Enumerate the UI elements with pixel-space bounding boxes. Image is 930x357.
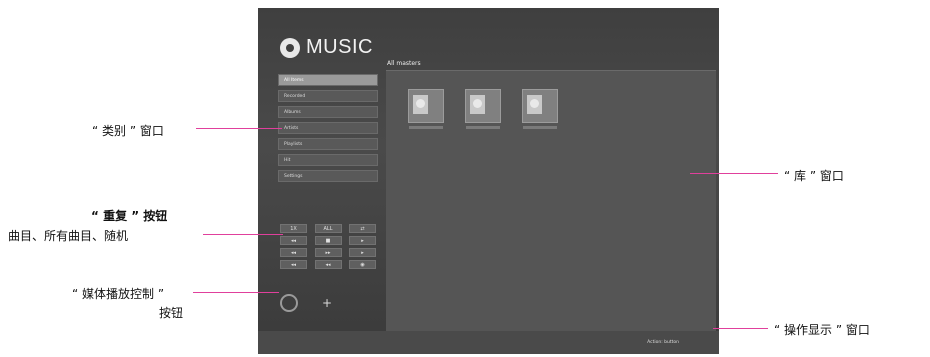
status-window-callout: “ 操作显示 ” 窗口 (774, 323, 870, 337)
album-cover-icon (470, 95, 485, 114)
rewind-button[interactable]: ◂◂ (280, 236, 307, 245)
next-button[interactable]: ▸ (349, 248, 376, 257)
album-caption (523, 126, 557, 129)
stop-button[interactable]: ■ (314, 236, 342, 245)
status-display-window: Action: button (258, 331, 719, 354)
play-button[interactable]: ▸ (349, 236, 376, 245)
previous-button[interactable]: ◂◂ (280, 248, 307, 257)
app-logo: MUSIC (280, 36, 373, 59)
fast-forward-button[interactable]: ▸▸ (314, 248, 342, 257)
category-panel: All Items Recorded Albums Artists Playli… (278, 74, 378, 224)
category-window-callout: “ 类别 ” 窗口 (92, 124, 164, 138)
repeat-button-callout: “ 重复 ” 按钮 (91, 209, 168, 223)
add-button[interactable]: + (322, 296, 332, 310)
playback-controls: 1X ALL ⇄ ◂◂ ■ ▸ ◂◂ ▸▸ ▸ ◂◂ ◂◂ ◉ (280, 224, 376, 272)
category-item-hit[interactable]: Hit (278, 154, 378, 166)
category-item-playlists[interactable]: Playlists (278, 138, 378, 150)
album-cover-icon (413, 95, 428, 114)
record-button[interactable]: ◉ (349, 260, 376, 269)
view-title: All masters (387, 60, 421, 67)
category-item-albums[interactable]: Albums (278, 106, 378, 118)
status-text: Action: button (647, 340, 679, 345)
album-cover-icon (527, 95, 542, 114)
repeat-one-button[interactable]: 1X (280, 224, 307, 233)
repeat-all-button[interactable]: ALL (314, 224, 342, 233)
repeat-button-row: 1X ALL ⇄ (280, 224, 376, 233)
media-control-callout-cont: 按钮 (159, 306, 184, 320)
category-item-all[interactable]: All Items (278, 74, 378, 86)
album-tile[interactable] (522, 89, 558, 129)
category-item-recorded[interactable]: Recorded (278, 90, 378, 102)
media-button-row: ◂◂ ■ ▸ (280, 236, 376, 245)
category-callout-line (196, 128, 282, 129)
library-callout-line (690, 173, 778, 174)
media-button-row: ◂◂ ▸▸ ▸ (280, 248, 376, 257)
shuffle-button[interactable]: ⇄ (349, 224, 376, 233)
album-caption (409, 126, 443, 129)
library-window-callout: “ 库 ” 窗口 (784, 169, 844, 183)
media-control-callout: “ 媒体播放控制 ” (72, 287, 165, 301)
music-app-window: MUSIC All masters All Items Recorded Alb… (258, 8, 719, 354)
category-item-settings[interactable]: Settings (278, 170, 378, 182)
album-tile[interactable] (465, 89, 501, 129)
repeat-options-callout: 曲目、所有曲目、随机 (8, 229, 129, 243)
bottom-controls: + (280, 294, 332, 312)
library-window (386, 70, 716, 333)
power-icon[interactable] (280, 294, 298, 312)
logo-text: MUSIC (306, 36, 373, 58)
status-callout-line (713, 328, 768, 329)
skip-button[interactable]: ◂◂ (314, 260, 342, 269)
music-disc-icon (280, 37, 300, 58)
media-button-row: ◂◂ ◂◂ ◉ (280, 260, 376, 269)
category-item-artists[interactable]: Artists (278, 122, 378, 134)
album-tile[interactable] (408, 89, 444, 129)
album-caption (466, 126, 500, 129)
repeat-callout-line (203, 234, 283, 235)
skip-back-button[interactable]: ◂◂ (280, 260, 307, 269)
media-callout-line (193, 292, 279, 293)
